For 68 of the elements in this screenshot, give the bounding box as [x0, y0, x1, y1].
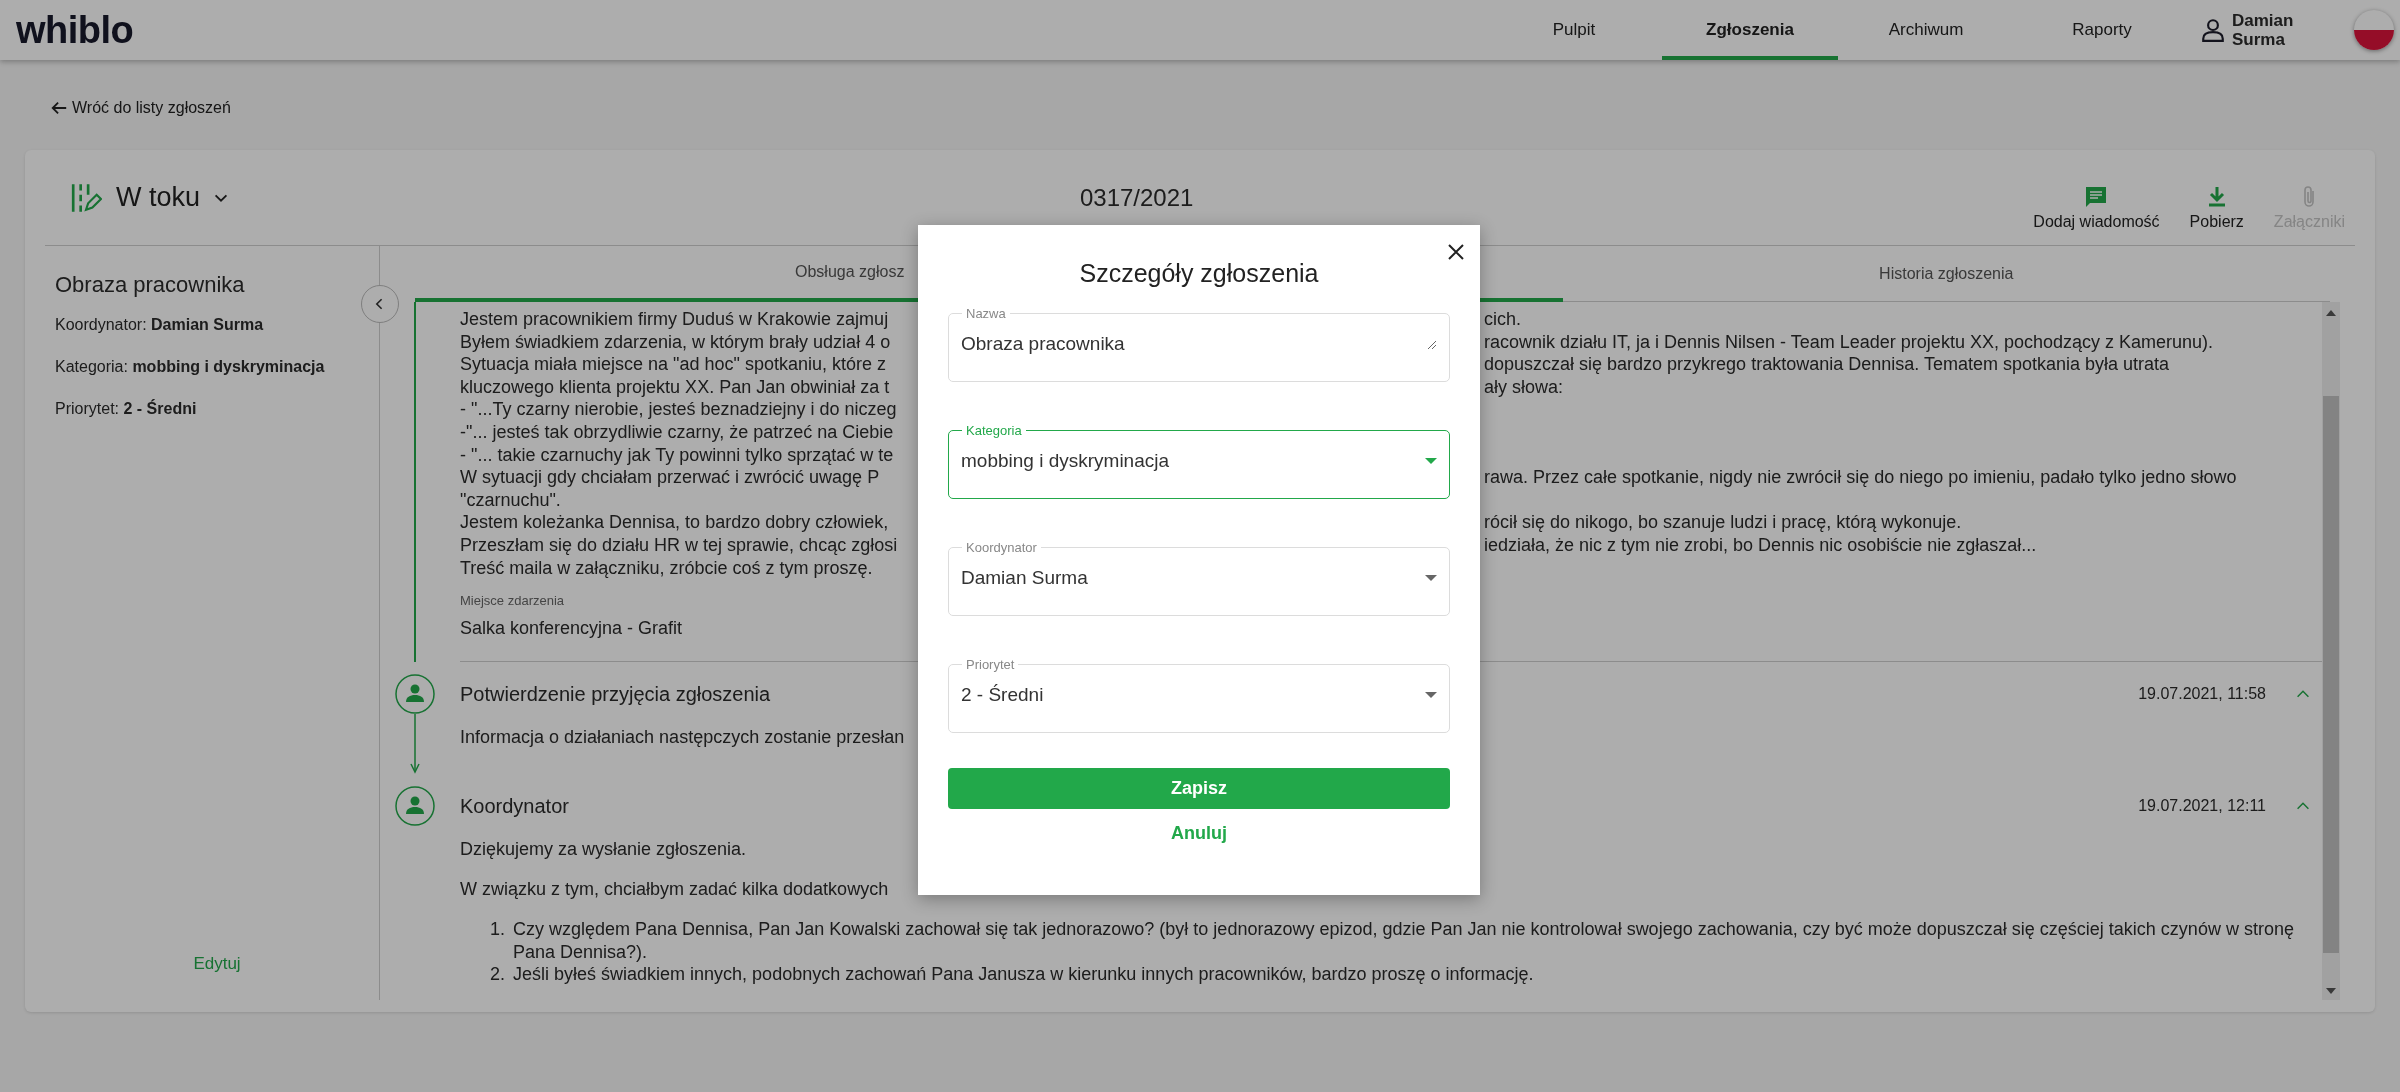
entry-title: Koordynator	[460, 794, 569, 818]
case-detail: Priorytet: 2 - Średni	[55, 400, 198, 418]
nav-tab[interactable]: Pulpit	[1486, 0, 1662, 60]
nav-tab[interactable]: Zgłoszenia	[1662, 0, 1838, 60]
toolbar-button[interactable]: Dodaj wiadomość	[2033, 164, 2160, 231]
report-text: Jestem pracownikiem firmy Duduś w Krakowie zajmuj	[460, 308, 889, 331]
nav-tab[interactable]: Raporty	[2014, 0, 2190, 60]
person-avatar-icon	[395, 786, 435, 827]
report-text: Treść maila w załączniku, zróbcie coś z tym proszę.	[460, 556, 873, 580]
report-text: Przeszłam się do działu HR w tej sprawie, chcąc zgłosi	[460, 533, 898, 557]
list-text: Jeśli byłeś świadkiem innych, podobnych zachowań Pana Janusza w kierunku innych pracowników, bardzo proszę o informację.	[513, 963, 1534, 986]
message-text: Dziękujemy za wysłanie zgłoszenia.	[460, 838, 747, 861]
report-text: kluczowego klienta projektu XX. Pan Jan obwiniał za t	[460, 375, 890, 399]
list-number: 1.	[490, 918, 505, 942]
close-icon	[1446, 242, 1466, 262]
report-text: dopuszczał się bardzo przykrego traktowania Dennisa. Tematem spotkania była utrata	[1484, 353, 2170, 376]
case-detail: Koordynator: Damian Surma	[55, 316, 265, 334]
report-text: cich.	[1484, 308, 1521, 331]
logo: whiblo	[16, 8, 134, 52]
nav-tab[interactable]: Archiwum	[1838, 0, 2014, 60]
scrollbar[interactable]	[2322, 302, 2340, 1000]
status-dropdown[interactable]: W toku	[116, 182, 231, 213]
resize-grip-icon	[1425, 338, 1437, 350]
report-text: - "... takie czarnuchy jak Ty powinni tylko sprzątać w te	[460, 443, 894, 467]
select-field[interactable]: Koordynator Damian Surma	[948, 540, 1450, 616]
toolbar-button[interactable]: Pobierz	[2189, 164, 2244, 231]
field-value: Salka konferencyjna - Grafit	[460, 618, 683, 640]
dialog-title: Szczegóły zgłoszenia	[1078, 259, 1320, 288]
select-field[interactable]: Kategoria mobbing i dyskryminacja	[948, 423, 1450, 499]
entry-date: 19.07.2021, 12:11	[2138, 797, 2266, 816]
report-text: rócił się do nikogo, bo szanuje ludzi i pracę, którą wykonuje.	[1484, 511, 1962, 534]
case-number: 0317/2021	[1078, 183, 1195, 212]
report-text: Sytuacja miała miejsce na "ad hoc" spotkaniu, które z	[460, 353, 886, 376]
status-pencil-icon	[70, 181, 102, 214]
report-text: -"... jesteś tak obrzydliwie czarny, że patrzeć na Ciebie	[460, 420, 894, 444]
dropdown-caret-icon	[1425, 574, 1437, 582]
report-text: - "...Ty czarny nierobie, jesteś beznadziejny i do niczeg	[460, 398, 897, 421]
report-text: W sytuacji gdy chciałam przerwać i zwrócić uwagę P	[460, 466, 880, 489]
person-icon	[2200, 17, 2226, 43]
user-menu[interactable]: Damian Surma	[2200, 11, 2330, 49]
dropdown-caret-icon	[1425, 457, 1437, 465]
close-button[interactable]	[1446, 242, 1466, 262]
entry-title: Potwierdzenie przyjęcia zgłoszenia	[460, 682, 771, 706]
report-text: iedziała, że nic z tym nie zrobi, bo Dennis nic osobiście nie zgłaszał...	[1484, 533, 2037, 557]
arrow-left-icon	[50, 99, 68, 117]
message-icon	[2084, 184, 2109, 209]
timeline-arrow	[408, 714, 422, 775]
report-text: rawa. Przez całe spotkanie, nigdy nie zwrócił się do niego po imieniu, padało tylko jedno słowo	[1484, 466, 2237, 489]
report-text: ały słowa:	[1484, 375, 1564, 399]
select-field[interactable]: Priorytet 2 - Średni	[948, 657, 1450, 733]
list-number: 2.	[490, 963, 505, 986]
message-text: W związku z tym, chciałbym zadać kilka dodatkowych	[460, 878, 889, 901]
report-text: Jestem koleżanka Dennisa, to bardzo dobry człowiek,	[460, 511, 889, 534]
message-text: Informacja o działaniach następczych zostanie przesłan	[460, 726, 905, 749]
collapse-button[interactable]	[361, 285, 399, 323]
report-text: "czarnuchu".	[460, 488, 561, 512]
report-text: Byłem świadkiem zdarzenia, w którym brały udział 4 o	[460, 330, 891, 354]
list-text: Czy względem Pana Dennisa, Pan Jan Kowalski zachował się tak jednorazowo? (był to jednorazowy epizod, gdzie Pan Jan nie kontrolował swojego zachowania, czy być może dopuszczał się częściej takich czynów w stronę Pana Dennisa?).	[513, 918, 2295, 964]
case-detail: Kategoria: mobbing i dyskryminacja	[55, 358, 326, 376]
case-title: Obraza pracownika	[55, 272, 246, 298]
report-text: racownik działu IT, ja i Dennis Nilsen - Team Leader projektu XX, pochodzący z Kamerunu).	[1484, 330, 2214, 354]
entry-date: 19.07.2021, 11:58	[2138, 685, 2266, 704]
field-label: Miejsce zdarzenia	[460, 593, 565, 609]
tab[interactable]: Historia zgłoszenia	[1562, 246, 2330, 302]
dropdown-caret-icon	[1425, 691, 1437, 699]
person-avatar-icon	[395, 674, 435, 715]
back-link[interactable]: Wróć do listy zgłoszeń	[50, 99, 231, 117]
text-field[interactable]: Nazwa Obraza pracownika	[948, 306, 1450, 382]
